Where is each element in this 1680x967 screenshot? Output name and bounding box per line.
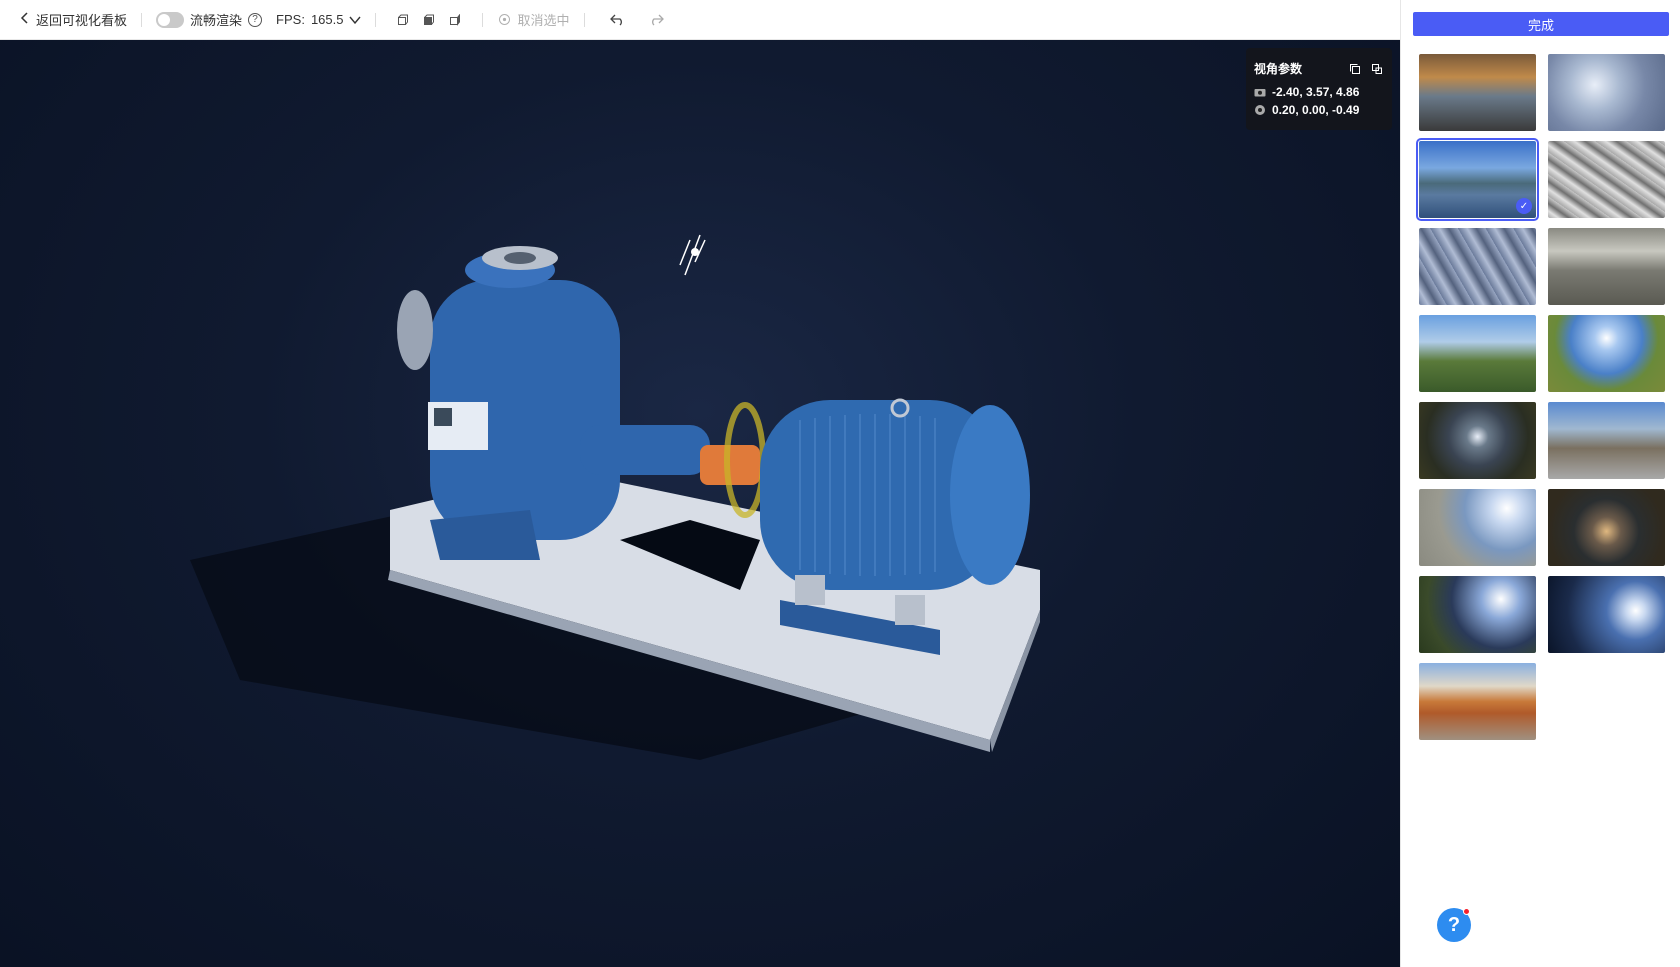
deselect-label: 取消选中 xyxy=(517,13,570,28)
undo-icon[interactable] xyxy=(609,11,627,29)
paste-icon[interactable] xyxy=(1370,62,1384,76)
env-thumbnail-1[interactable] xyxy=(1419,54,1536,131)
environment-thumbnail-grid: ✓ xyxy=(1416,54,1669,740)
chevron-down-icon[interactable] xyxy=(349,16,362,24)
help-question-icon: ? xyxy=(1447,913,1461,936)
divider xyxy=(583,12,585,27)
camera-position-value: -2.40, 3.57, 4.86 xyxy=(1272,85,1360,99)
toolbar: 返回可视化看板 流畅渲染 ? FPS: 165.5 取消选中 xyxy=(0,0,1400,40)
view-params-panel: 视角参数 -2.40, 3.57, 4.86 0.20, 0.00, -0.49 xyxy=(1246,48,1392,130)
view-side-icon[interactable] xyxy=(448,13,462,27)
divider xyxy=(141,12,143,27)
help-button[interactable]: ? xyxy=(1437,908,1471,942)
notification-dot xyxy=(1463,908,1470,915)
env-thumbnail-7[interactable] xyxy=(1419,315,1536,392)
target-icon xyxy=(1254,104,1266,116)
back-button[interactable]: 返回可视化看板 xyxy=(20,0,127,40)
smooth-render-toggle[interactable] xyxy=(156,11,185,28)
env-thumbnail-15[interactable] xyxy=(1419,663,1536,740)
view-top-icon[interactable] xyxy=(422,13,436,27)
env-thumbnail-3[interactable]: ✓ xyxy=(1416,138,1539,221)
fps-value: 165.5 xyxy=(310,12,344,27)
env-thumbnail-2[interactable] xyxy=(1548,54,1665,131)
environment-panel: 完成 ✓ ? xyxy=(1400,0,1680,967)
divider xyxy=(375,12,377,27)
check-icon: ✓ xyxy=(1516,198,1532,214)
smooth-render-label: 流畅渲染 xyxy=(190,13,243,28)
done-button[interactable]: 完成 xyxy=(1413,12,1669,36)
back-label: 返回可视化看板 xyxy=(36,13,128,28)
deselect-button[interactable]: 取消选中 xyxy=(497,0,570,40)
copy-icon[interactable] xyxy=(1348,62,1362,76)
fps-label: FPS: xyxy=(276,12,305,27)
env-thumbnail-12[interactable] xyxy=(1548,489,1665,566)
env-thumbnail-4[interactable] xyxy=(1548,141,1665,218)
view-params-title: 视角参数 xyxy=(1254,62,1303,76)
3d-viewport[interactable]: 视角参数 -2.40, 3.57, 4.86 0.20, 0.00, -0.49 xyxy=(0,40,1400,967)
help-circle-icon[interactable]: ? xyxy=(248,12,263,27)
chevron-left-icon xyxy=(20,11,30,29)
env-thumbnail-6[interactable] xyxy=(1548,228,1665,305)
target-position-value: 0.20, 0.00, -0.49 xyxy=(1272,103,1360,117)
env-thumbnail-14[interactable] xyxy=(1548,576,1665,653)
divider xyxy=(482,12,484,27)
redo-icon[interactable] xyxy=(647,11,665,29)
deselect-icon xyxy=(497,13,511,27)
env-thumbnail-8[interactable] xyxy=(1548,315,1665,392)
view-front-icon[interactable] xyxy=(396,13,410,27)
camera-icon xyxy=(1254,86,1266,98)
env-thumbnail-13[interactable] xyxy=(1419,576,1536,653)
env-thumbnail-10[interactable] xyxy=(1548,402,1665,479)
env-thumbnail-5[interactable] xyxy=(1419,228,1536,305)
env-thumbnail-9[interactable] xyxy=(1419,402,1536,479)
pump-model[interactable] xyxy=(0,40,1400,967)
env-thumbnail-11[interactable] xyxy=(1419,489,1536,566)
